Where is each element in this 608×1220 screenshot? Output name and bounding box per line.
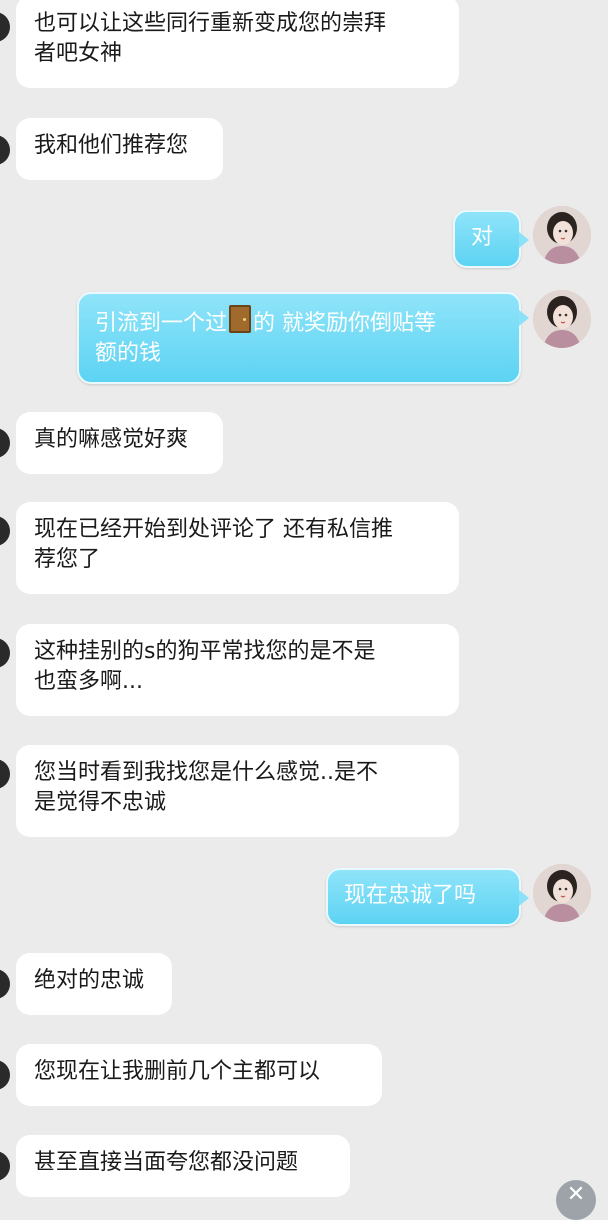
- message-text: 的 就奖励你倒贴等: [253, 311, 437, 336]
- message-bubble[interactable]: 我和他们推荐您: [16, 118, 223, 180]
- message-bubble[interactable]: 真的嘛感觉好爽: [16, 412, 223, 474]
- message-row-outgoing: 现在忠诚了吗: [0, 862, 608, 926]
- message-line: 甚至直接当面夸您都没问题: [34, 1150, 299, 1175]
- user-portrait-icon: [533, 290, 591, 348]
- message-row-incoming: 这种挂别的s的狗平常找您的是不是 也蛮多啊...: [0, 624, 608, 716]
- close-icon[interactable]: ✕: [556, 1180, 596, 1220]
- message-line: 您现在让我删前几个主都可以: [34, 1059, 321, 1084]
- message-bubble[interactable]: 甚至直接当面夸您都没问题: [16, 1135, 350, 1197]
- contact-avatar[interactable]: [0, 638, 10, 668]
- message-line: 现在忠诚了吗: [344, 883, 477, 908]
- contact-avatar[interactable]: [0, 428, 10, 458]
- message-bubble[interactable]: 引流到一个过的 就奖励你倒贴等 额的钱: [77, 292, 521, 384]
- message-line: 真的嘛感觉好爽: [34, 427, 189, 452]
- message-line: 绝对的忠诚: [34, 968, 145, 993]
- contact-avatar[interactable]: [0, 1151, 10, 1181]
- message-row-incoming: 我和他们推荐您: [0, 118, 608, 182]
- message-line: 我和他们推荐您: [34, 133, 189, 158]
- my-avatar[interactable]: [533, 206, 591, 264]
- message-row-outgoing: 对: [0, 204, 608, 268]
- message-line: 者吧女神: [34, 41, 123, 66]
- message-line: 额的钱: [95, 341, 162, 366]
- bubble-tail: [519, 310, 529, 326]
- contact-avatar[interactable]: [0, 12, 10, 42]
- message-bubble[interactable]: 对: [453, 210, 521, 268]
- message-row-incoming: 绝对的忠诚: [0, 953, 608, 1015]
- message-bubble[interactable]: 现在已经开始到处评论了 还有私信推 荐您了: [16, 502, 459, 594]
- user-portrait-icon: [533, 864, 591, 922]
- message-line: 您当时看到我找您是什么感觉..是不: [34, 760, 378, 785]
- message-row-outgoing: 引流到一个过的 就奖励你倒贴等 额的钱: [0, 288, 608, 384]
- contact-avatar[interactable]: [0, 135, 10, 165]
- message-bubble[interactable]: 您现在让我删前几个主都可以: [16, 1044, 382, 1106]
- message-bubble[interactable]: 您当时看到我找您是什么感觉..是不 是觉得不忠诚: [16, 745, 459, 837]
- message-line: 也蛮多啊...: [34, 669, 143, 694]
- message-bubble[interactable]: 这种挂别的s的狗平常找您的是不是 也蛮多啊...: [16, 624, 459, 716]
- message-line: 是觉得不忠诚: [34, 790, 167, 815]
- contact-avatar[interactable]: [0, 969, 10, 999]
- bubble-tail: [519, 890, 529, 906]
- message-line: 也可以让这些同行重新变成您的崇拜: [34, 11, 387, 36]
- door-icon: [229, 305, 252, 333]
- my-avatar[interactable]: [533, 290, 591, 348]
- contact-avatar[interactable]: [0, 516, 10, 546]
- message-line: 对: [471, 225, 494, 250]
- contact-avatar[interactable]: [0, 759, 10, 789]
- message-line: 引流到一个过的 就奖励你倒贴等: [95, 305, 503, 339]
- message-line: 这种挂别的s的狗平常找您的是不是: [34, 639, 376, 664]
- user-portrait-icon: [533, 206, 591, 264]
- message-row-incoming: 甚至直接当面夸您都没问题: [0, 1135, 608, 1197]
- message-row-incoming: 您当时看到我找您是什么感觉..是不 是觉得不忠诚: [0, 745, 608, 837]
- my-avatar[interactable]: [533, 864, 591, 922]
- message-row-incoming: 您现在让我删前几个主都可以: [0, 1044, 608, 1106]
- message-row-incoming: 真的嘛感觉好爽: [0, 412, 608, 474]
- message-line: 荐您了: [34, 547, 101, 572]
- chat-message-list[interactable]: 也可以让这些同行重新变成您的崇拜 者吧女神 我和他们推荐您 对 引流到一个过 的…: [0, 0, 608, 1220]
- message-text: 引流到一个过: [95, 311, 228, 336]
- message-bubble[interactable]: 绝对的忠诚: [16, 953, 172, 1015]
- message-bubble[interactable]: 也可以让这些同行重新变成您的崇拜 者吧女神: [16, 0, 459, 88]
- bubble-tail: [519, 232, 529, 248]
- message-bubble[interactable]: 现在忠诚了吗: [326, 868, 521, 926]
- message-row-incoming: 也可以让这些同行重新变成您的崇拜 者吧女神: [0, 0, 608, 90]
- message-row-incoming: 现在已经开始到处评论了 还有私信推 荐您了: [0, 502, 608, 594]
- message-line: 现在已经开始到处评论了 还有私信推: [34, 517, 393, 542]
- contact-avatar[interactable]: [0, 1060, 10, 1090]
